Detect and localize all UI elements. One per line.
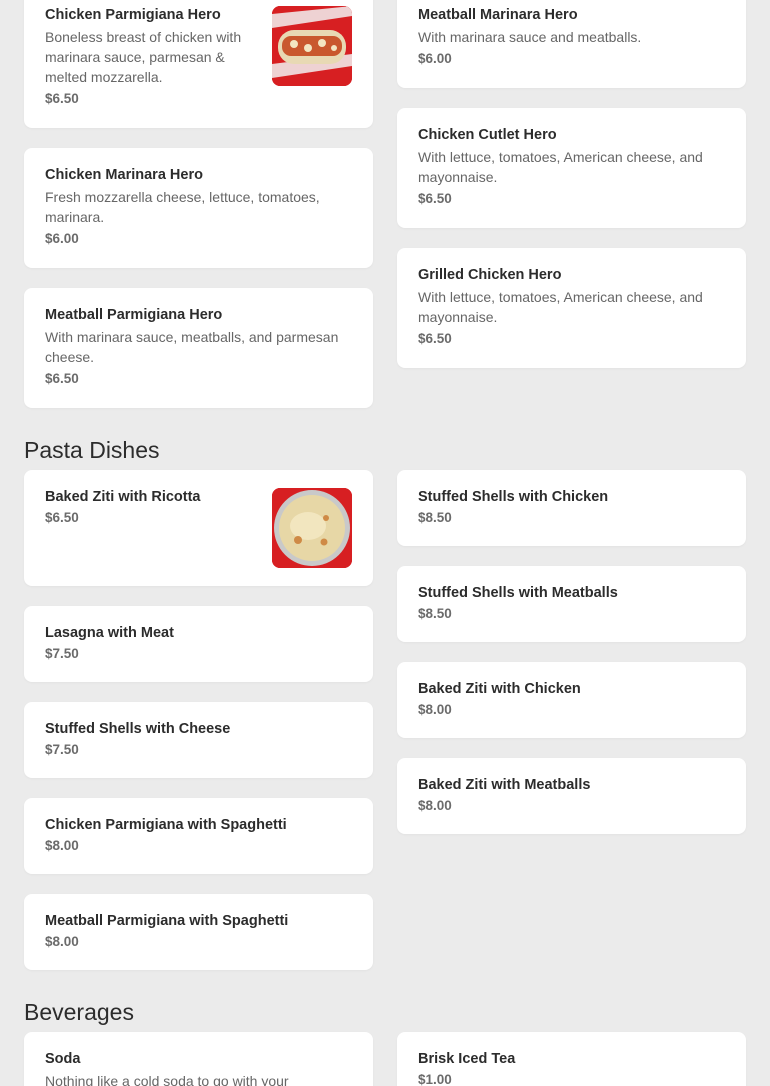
item-price: $8.00 <box>45 838 79 853</box>
menu-item-card[interactable]: Meatball Parmigiana Hero With marinara s… <box>24 288 373 408</box>
item-name: Stuffed Shells with Chicken <box>418 489 609 505</box>
menu-item-card[interactable]: Baked Ziti with Meatballs $8.00 <box>397 758 746 834</box>
item-description: With lettuce, tomatoes, American cheese,… <box>418 149 703 185</box>
item-name: Soda <box>45 1051 81 1067</box>
item-price: $6.00 <box>418 51 452 66</box>
item-description: With marinara sauce, meatballs, and parm… <box>45 329 339 365</box>
item-price: $1.00 <box>418 1072 452 1086</box>
item-name: Chicken Cutlet Hero <box>418 127 557 143</box>
menu-item-card[interactable]: Meatball Marinara Hero With marinara sau… <box>397 0 746 88</box>
item-name: Grilled Chicken Hero <box>418 267 562 283</box>
baked-ziti-image <box>272 488 352 568</box>
item-price: $7.50 <box>45 742 79 757</box>
menu-item-card[interactable]: Lasagna with Meat $7.50 <box>24 606 373 682</box>
item-name: Baked Ziti with Chicken <box>418 681 581 697</box>
section-title-pasta: Pasta Dishes <box>24 437 160 463</box>
item-price: $6.00 <box>45 231 79 246</box>
item-name: Brisk Iced Tea <box>418 1051 516 1067</box>
item-name: Meatball Parmigiana Hero <box>45 307 223 323</box>
item-name: Chicken Parmigiana with Spaghetti <box>45 817 287 833</box>
item-price: $8.50 <box>418 510 452 525</box>
item-price: $8.00 <box>418 702 452 717</box>
item-price: $8.00 <box>45 934 79 949</box>
item-name: Chicken Parmigiana Hero <box>45 7 221 23</box>
item-description: Fresh mozzarella cheese, lettuce, tomato… <box>45 189 320 225</box>
menu-item-card[interactable]: Meatball Parmigiana with Spaghetti $8.00 <box>24 894 373 970</box>
item-price: $6.50 <box>418 331 452 346</box>
item-price: $6.50 <box>45 371 79 386</box>
item-price: $8.50 <box>418 606 452 621</box>
item-name: Baked Ziti with Meatballs <box>418 777 591 793</box>
menu-item-card[interactable]: Chicken Cutlet Hero With lettuce, tomato… <box>397 108 746 228</box>
section-title-beverages: Beverages <box>24 999 134 1025</box>
item-price: $6.50 <box>45 91 79 106</box>
item-name: Chicken Marinara Hero <box>45 167 203 183</box>
menu-item-card[interactable]: Brisk Iced Tea $1.00 <box>397 1032 746 1086</box>
menu-item-card[interactable]: Stuffed Shells with Meatballs $8.50 <box>397 566 746 642</box>
hero-sandwich-image <box>272 6 352 86</box>
item-name: Stuffed Shells with Meatballs <box>418 585 618 601</box>
item-name: Meatball Parmigiana with Spaghetti <box>45 913 289 929</box>
item-description: With marinara sauce and meatballs. <box>418 29 642 45</box>
menu-item-card[interactable]: Chicken Parmigiana with Spaghetti $8.00 <box>24 798 373 874</box>
menu-item-card[interactable]: Soda Nothing like a cold soda to go with… <box>24 1032 373 1086</box>
menu-item-card[interactable]: Stuffed Shells with Chicken $8.50 <box>397 470 746 546</box>
item-price: $7.50 <box>45 646 79 661</box>
item-name: Meatball Marinara Hero <box>418 7 578 23</box>
item-description: With lettuce, tomatoes, American cheese,… <box>418 289 703 325</box>
menu-page: Chicken Parmigiana Hero Boneless breast … <box>0 0 770 1086</box>
item-description: Nothing like a cold soda to go with your <box>45 1073 289 1086</box>
item-price: $8.00 <box>418 798 452 813</box>
menu-item-card[interactable]: Baked Ziti with Chicken $8.00 <box>397 662 746 738</box>
menu-item-card[interactable]: Chicken Marinara Hero Fresh mozzarella c… <box>24 148 373 268</box>
menu-item-card[interactable]: Stuffed Shells with Cheese $7.50 <box>24 702 373 778</box>
item-name: Lasagna with Meat <box>45 625 174 641</box>
item-description: Boneless breast of chicken with marinara… <box>45 29 242 85</box>
menu-item-card[interactable]: Baked Ziti with Ricotta $6.50 <box>24 470 373 586</box>
menu-item-card[interactable]: Grilled Chicken Hero With lettuce, tomat… <box>397 248 746 368</box>
item-name: Stuffed Shells with Cheese <box>45 721 231 737</box>
item-price: $6.50 <box>418 191 452 206</box>
menu-item-card[interactable]: Chicken Parmigiana Hero Boneless breast … <box>24 0 373 128</box>
item-name: Baked Ziti with Ricotta <box>45 489 201 505</box>
